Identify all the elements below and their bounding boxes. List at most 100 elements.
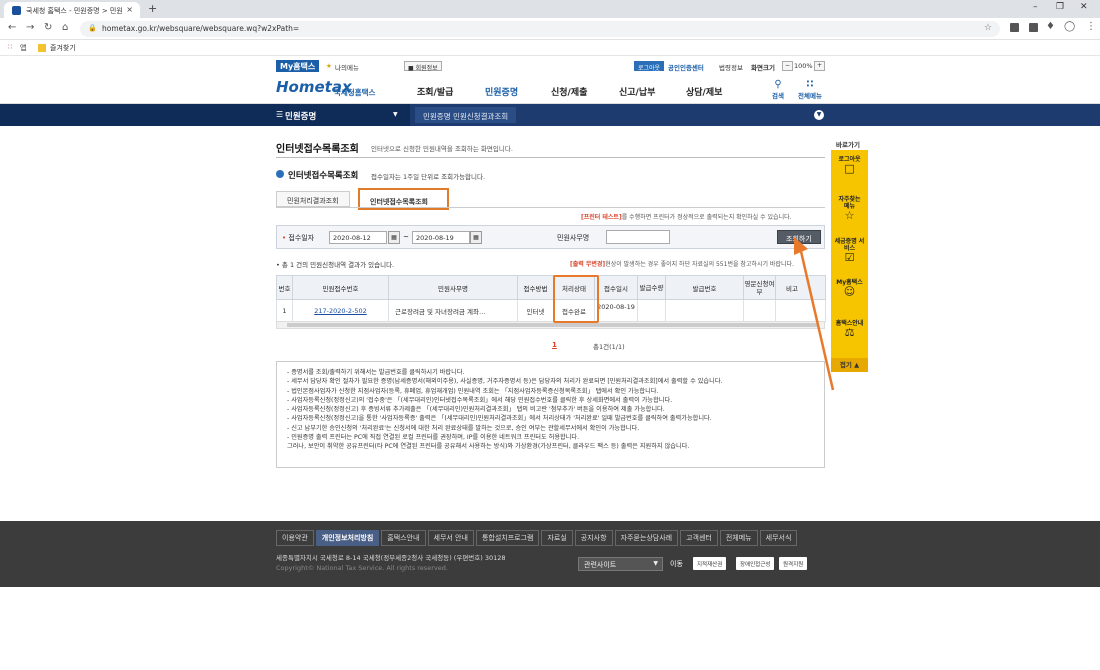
footer-link[interactable]: 전체메뉴 bbox=[719, 530, 758, 546]
bookmark-star-icon[interactable]: ☆ bbox=[984, 23, 992, 33]
zoom-in-button[interactable]: + bbox=[814, 61, 826, 71]
col-header: 영문신청여부 bbox=[743, 275, 776, 300]
section-description: 접수일자는 1주일 단위로 조회가능합니다. bbox=[371, 173, 486, 181]
footer-link[interactable]: 자주묻는상담사례 bbox=[614, 530, 679, 546]
annotation-arrow bbox=[794, 237, 835, 391]
footer-link-privacy[interactable]: 개인정보처리방침 bbox=[315, 530, 380, 546]
footer-link[interactable]: 공지사항 bbox=[574, 530, 613, 546]
scrollbar-thumb[interactable] bbox=[287, 323, 817, 327]
footer-link[interactable]: 이용약관 bbox=[276, 530, 314, 546]
tab-result-inquiry[interactable]: 민원처리결과조회 bbox=[276, 191, 350, 207]
extension-icon[interactable] bbox=[1029, 23, 1038, 32]
browser-tab[interactable]: 국세청 홈택스 - 민원증명 > 민원 × bbox=[4, 2, 140, 18]
reload-icon[interactable]: ↻ bbox=[44, 22, 52, 33]
quick-frequent-menu[interactable]: 자주찾는 메뉴 ☆ bbox=[831, 196, 868, 222]
quick-menu-title: 바로가기 bbox=[836, 141, 860, 149]
col-header: 민원사무명 bbox=[388, 275, 518, 300]
output-notice-text: 현상이 발생하는 경우 좋이지 하단 자료실의 551번을 참고하시기 바랍니다… bbox=[605, 261, 794, 268]
lock-icon: □ bbox=[844, 162, 855, 175]
dropdown-icon: ▼ bbox=[393, 111, 398, 118]
all-menu-button[interactable]: ∷ 전체메뉴 bbox=[798, 79, 822, 100]
printer-test-link[interactable]: [프린터 테스트] bbox=[581, 214, 622, 221]
notice-line: - 사업자등록신청(정정신고)의 '접수중'은 「(세무대리인)인터넷접수목록조… bbox=[287, 396, 673, 404]
folder-icon bbox=[38, 44, 46, 52]
hometax-logo-sub: 국세청홈택스 bbox=[334, 88, 376, 97]
chevron-down-icon: ▼ bbox=[653, 560, 658, 567]
address-bar-row: ← → ↻ ⌂ 🔒 hometax.go.kr/websquare/websqu… bbox=[0, 18, 1100, 40]
bookmark-apps[interactable]: 앱 bbox=[20, 43, 26, 53]
page-number-current[interactable]: 1 bbox=[552, 341, 557, 349]
home-icon[interactable]: ⌂ bbox=[62, 22, 68, 33]
footer-link[interactable]: 세무서 안내 bbox=[427, 530, 474, 546]
main-navigation: Hometax 국세청홈택스 조회/발급 민원증명 신청/제출 신고/납부 상담… bbox=[0, 73, 1100, 104]
gnb-application[interactable]: 신청/제출 bbox=[551, 85, 587, 98]
my-menu-link[interactable]: 나의메뉴 bbox=[335, 62, 359, 72]
footer-link[interactable]: 세무서식 bbox=[759, 530, 798, 546]
calendar-icon[interactable]: ▦ bbox=[388, 231, 400, 244]
go-button[interactable]: 이동 bbox=[670, 559, 683, 569]
member-info-button[interactable]: ■ 회원정보 bbox=[404, 61, 442, 72]
calendar-icon[interactable]: ▦ bbox=[470, 231, 482, 244]
notice-line: 그러나, 보안이 취약한 공유프린터(타 PC에 연결된 프린터를 공유해서 사… bbox=[287, 443, 690, 451]
bookmark-favorites[interactable]: 즐겨찾기 bbox=[50, 43, 76, 53]
cell-issue-number[interactable] bbox=[665, 299, 744, 322]
gnb-report-payment[interactable]: 신고/납부 bbox=[619, 85, 655, 98]
notice-line: - 세무서 담당자 확인 절차가 필요한 증명(납세증명서(해외이주용), 사실… bbox=[287, 378, 723, 386]
accessibility-badge[interactable]: 장애인접근성 bbox=[736, 557, 775, 570]
table-row[interactable]: 1 217-2020-2-502 근로장려금 및 자녀장려금 계좌… 인터넷 접… bbox=[276, 299, 826, 322]
lnb-current-menu[interactable]: ☰ 민원증명 ▼ bbox=[0, 104, 410, 126]
gnb-consult[interactable]: 상담/제보 bbox=[686, 85, 722, 98]
section-bullet-icon bbox=[276, 170, 284, 178]
window-close-icon[interactable]: ✕ bbox=[1080, 2, 1088, 12]
ip-badge[interactable]: 지적재산권 bbox=[693, 557, 727, 570]
date-label: • 접수일자 bbox=[282, 234, 315, 242]
search-button[interactable]: ⚲ 검색 bbox=[772, 79, 784, 100]
zoom-out-button[interactable]: − bbox=[782, 61, 794, 71]
gnb-inquiry[interactable]: 조회/발급 bbox=[417, 85, 453, 98]
quick-logout[interactable]: 로그아웃 □ bbox=[831, 154, 868, 175]
output-notice-prefix: [출력 무변경] bbox=[570, 261, 606, 268]
hamburger-icon: ☰ bbox=[276, 110, 284, 119]
tab-close-icon[interactable]: × bbox=[126, 5, 133, 14]
url-input[interactable]: 🔒 hometax.go.kr/websquare/websquare.wq?w… bbox=[80, 21, 1000, 37]
annotation-arrow-line bbox=[798, 246, 835, 391]
chevron-down-icon[interactable]: ▼ bbox=[814, 110, 824, 120]
star-icon: ★ bbox=[326, 62, 332, 70]
footer-link[interactable]: 통합설치프로그램 bbox=[475, 530, 540, 546]
url-text: hometax.go.kr/websquare/websquare.wq?w2x… bbox=[102, 24, 300, 33]
col-header: 접수일시 bbox=[594, 275, 638, 300]
new-tab-button[interactable]: + bbox=[148, 2, 157, 15]
cell-qty bbox=[637, 299, 666, 322]
footer-link[interactable]: 자료실 bbox=[541, 530, 573, 546]
footer-link[interactable]: 홈택스안내 bbox=[381, 530, 426, 546]
date-from-input[interactable]: 2020-08-12 bbox=[329, 231, 387, 244]
notice-line: - 사업자등록신청(정정신고) 후 증빙서류 추가제출은 「(세무대리인)민원처… bbox=[287, 406, 665, 414]
minimize-icon[interactable]: – bbox=[1033, 2, 1038, 12]
remote-support-badge[interactable]: 원격지원 bbox=[779, 557, 808, 570]
logout-button[interactable]: 로그아웃 bbox=[634, 61, 665, 72]
table-horizontal-scrollbar[interactable] bbox=[276, 321, 825, 329]
my-hometax-button[interactable]: My홈택스 bbox=[276, 60, 320, 72]
date-separator: ~ bbox=[403, 233, 409, 241]
cell-receipt-number[interactable]: 217-2020-2-502 bbox=[292, 299, 389, 322]
footer-link[interactable]: 고객센터 bbox=[680, 530, 718, 546]
browser-menu-icon[interactable]: ⋮ bbox=[1086, 21, 1096, 32]
forward-icon[interactable]: → bbox=[26, 22, 34, 33]
footer-links: 이용약관 개인정보처리방침 홈택스안내 세무서 안내 통합설치프로그램 자료실 공지사항 자주… bbox=[276, 530, 799, 546]
lnb-submenu[interactable]: 민원증명 민원신청결과조회 bbox=[415, 107, 517, 123]
date-to-input[interactable]: 2020-08-19 bbox=[412, 231, 470, 244]
result-table: 번호 민원접수번호 민원사무명 접수방법 처리상태 접수일시 발급수량 발급번호… bbox=[276, 275, 826, 322]
cert-center-link[interactable]: 공인인증센터 bbox=[668, 62, 704, 72]
civil-name-input[interactable] bbox=[606, 230, 670, 244]
gnb-civil-certificate[interactable]: 민원증명 bbox=[485, 85, 518, 98]
apps-icon[interactable]: ∷ bbox=[8, 43, 12, 51]
maximize-icon[interactable]: ❐ bbox=[1056, 2, 1064, 12]
puzzle-icon[interactable]: ♦ bbox=[1046, 21, 1055, 32]
extension-icon[interactable] bbox=[1010, 23, 1019, 32]
profile-icon[interactable]: ◯ bbox=[1064, 21, 1075, 32]
related-sites-select[interactable]: 관련사이트 ▼ bbox=[578, 557, 663, 571]
search-label: 검색 bbox=[772, 92, 784, 100]
law-info-link[interactable]: 법령정보 bbox=[719, 62, 743, 72]
grid-icon: ∷ bbox=[806, 79, 814, 90]
back-icon[interactable]: ← bbox=[8, 22, 16, 33]
